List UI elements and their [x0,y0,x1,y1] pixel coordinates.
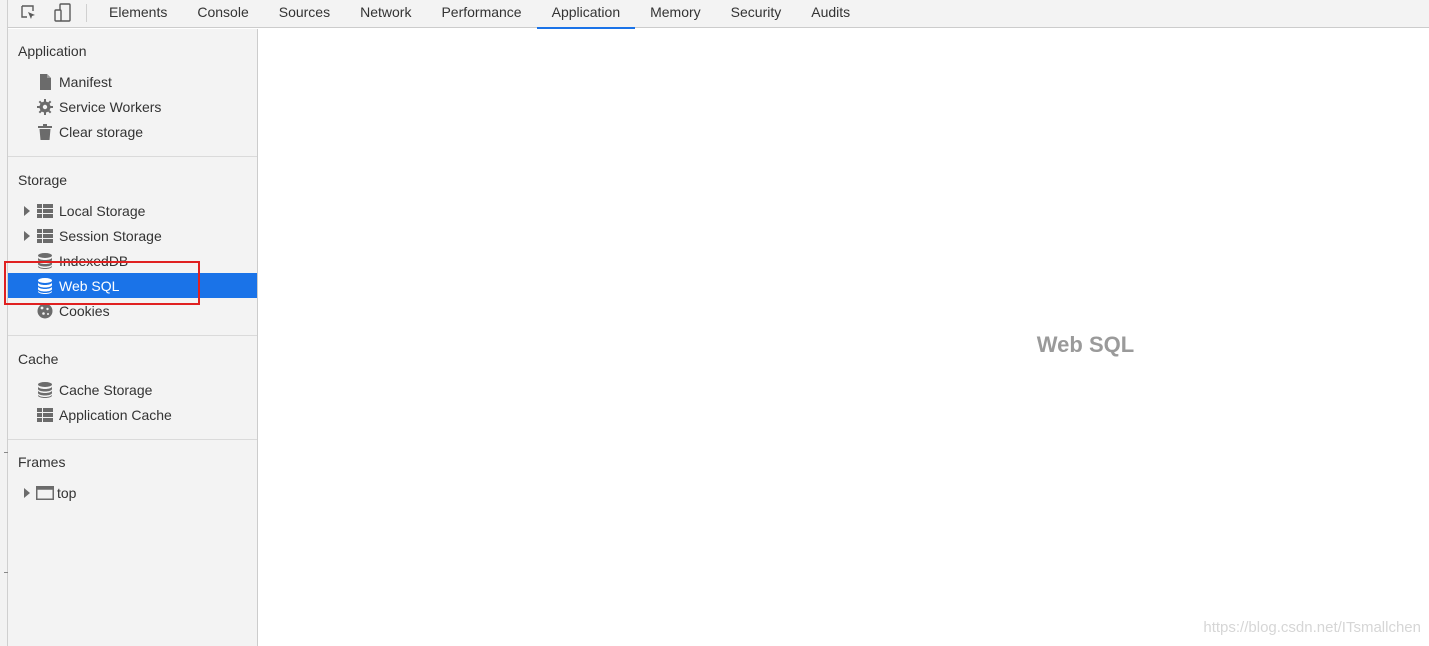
application-sidebar: Application Manifest Service Workers Cle… [8,29,258,646]
sidebar-item-clear-storage[interactable]: Clear storage [8,119,257,144]
section-title-cache: Cache [18,351,59,367]
device-toolbar-icon[interactable] [52,2,74,24]
frame-icon [36,480,54,505]
table-icon [36,223,54,248]
tab-memory[interactable]: Memory [635,0,716,28]
sidebar-item-label: Session Storage [59,227,162,244]
sidebar-item-label: Clear storage [59,123,144,140]
sidebar-item-manifest[interactable]: Manifest [8,69,257,94]
tab-console[interactable]: Console [182,0,263,28]
sidebar-item-label: Cache Storage [59,381,153,398]
sidebar-item-service-workers[interactable]: Service Workers [8,94,257,119]
sidebar-item-cookies[interactable]: Cookies [8,298,257,323]
section-title-storage: Storage [18,172,68,188]
inspect-element-icon[interactable] [18,2,40,24]
sidebar-item-local-storage[interactable]: Local Storage [8,198,257,223]
expand-arrow-icon[interactable] [22,223,32,248]
window-left-edge [0,0,8,646]
database-icon [36,248,54,273]
sidebar-item-label: Application Cache [59,406,172,423]
tab-audits[interactable]: Audits [796,0,865,28]
section-divider [8,156,257,157]
main-panel: Web SQL https://blog.csdn.net/ITsmallche… [258,29,1429,646]
sidebar-item-label: IndexedDB [59,252,129,269]
sidebar-item-label: Local Storage [59,202,146,219]
tab-application[interactable]: Application [536,0,636,29]
sidebar-item-label: Service Workers [59,98,162,115]
toolbar-separator [86,4,87,22]
document-icon [36,69,54,94]
sidebar-item-application-cache[interactable]: Application Cache [8,402,257,427]
sidebar-item-label: Manifest [59,73,112,90]
expand-arrow-icon[interactable] [22,480,32,505]
tab-network[interactable]: Network [345,0,426,28]
tab-security[interactable]: Security [716,0,797,28]
panel-title: Web SQL [1036,332,1135,357]
expand-arrow-icon[interactable] [22,198,32,223]
tab-elements[interactable]: Elements [94,0,182,28]
panel-tabs: Elements Console Sources Network Perform… [94,0,865,29]
sidebar-item-frame-top[interactable]: top [8,480,257,505]
sidebar-item-web-sql[interactable]: Web SQL [8,273,257,298]
sidebar-item-cache-storage[interactable]: Cache Storage [8,377,257,402]
tab-sources[interactable]: Sources [264,0,345,28]
sidebar-item-label: Cookies [59,302,110,319]
database-icon [36,273,54,298]
section-divider [8,335,257,336]
section-title-application: Application [18,43,87,59]
table-icon [36,402,54,427]
database-icon [36,377,54,402]
sidebar-item-session-storage[interactable]: Session Storage [8,223,257,248]
tab-performance[interactable]: Performance [426,0,536,28]
sidebar-item-label: Web SQL [59,277,120,294]
sidebar-item-indexeddb[interactable]: IndexedDB [8,248,257,273]
section-divider [8,439,257,440]
gear-icon [36,94,54,119]
section-title-frames: Frames [18,454,66,470]
devtools-toolbar: Elements Console Sources Network Perform… [8,0,1429,29]
sidebar-item-label: top [57,484,77,501]
table-icon [36,198,54,223]
watermark-text: https://blog.csdn.net/ITsmallchen [1203,619,1421,636]
trash-icon [36,119,54,144]
cookie-icon [36,298,54,323]
